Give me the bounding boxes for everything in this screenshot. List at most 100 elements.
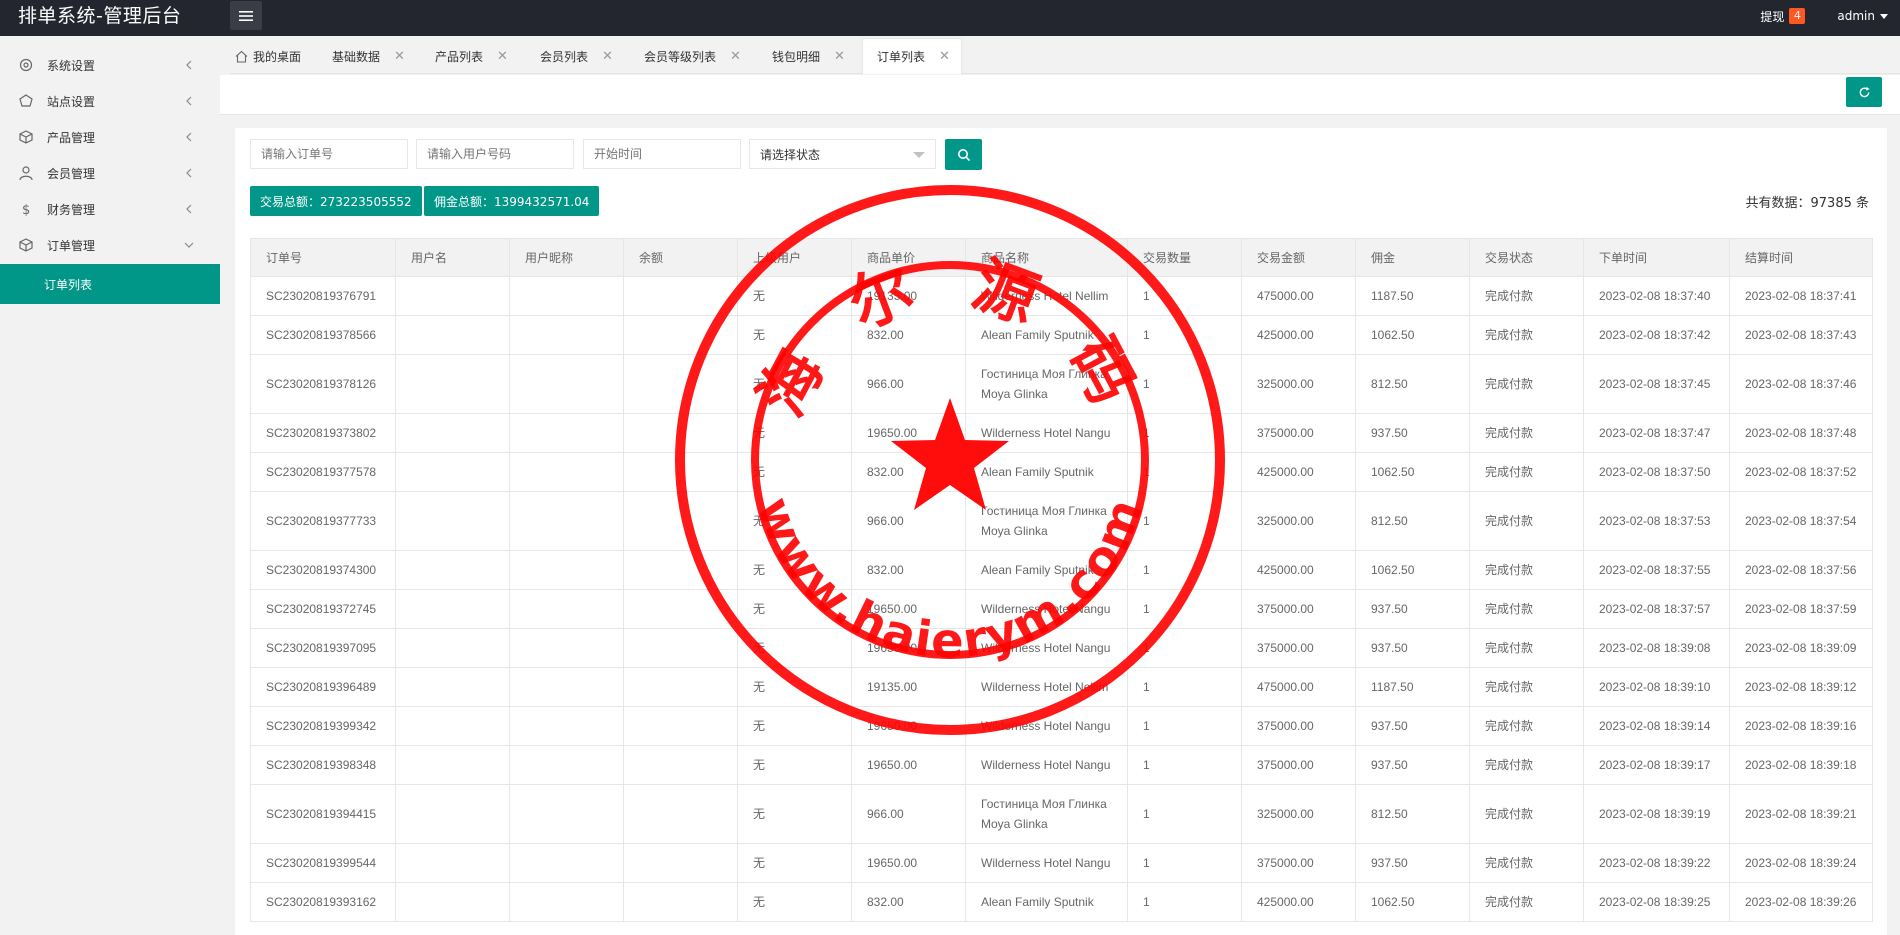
table-cell: 2023-02-08 18:37:59 (1729, 589, 1873, 629)
search-button[interactable] (945, 139, 982, 170)
table-cell: 375000.00 (1241, 843, 1356, 883)
tab-member-list[interactable]: 会员列表 ✕ (540, 38, 613, 74)
column-header: 下单时间 (1583, 238, 1730, 277)
table-row[interactable]: SC23020819372745 无 19650.00 Wilderness Hote… (250, 589, 1873, 629)
table-cell: 19650.00 (851, 589, 966, 629)
table-row[interactable]: SC23020819396489 无 19135.00 Wilderness Hote… (250, 667, 1873, 707)
table-cell: 1 (1127, 628, 1242, 668)
user-menu[interactable]: admin (1837, 9, 1888, 23)
sidebar-item-order-management[interactable]: 订单管理 (0, 227, 220, 263)
table-cell (395, 706, 510, 746)
sidebar-item-system-settings[interactable]: 系统设置 (0, 47, 220, 83)
table-cell: 812.50 (1355, 784, 1470, 844)
tab-label: 订单列表 (877, 50, 926, 64)
table-cell: 1 (1127, 745, 1242, 785)
sidebar-item-member-management[interactable]: 会员管理 (0, 155, 220, 191)
user-number-input[interactable] (416, 139, 574, 169)
table-cell: SC23020819378566 (250, 315, 396, 355)
table-cell: 1062.50 (1355, 550, 1470, 590)
table-row[interactable]: SC23020819377578 无 832.00 Alean Family Sput… (250, 452, 1873, 492)
sidebar-item-product-management[interactable]: 产品管理 (0, 119, 220, 155)
tab-product-list[interactable]: 产品列表 ✕ (435, 38, 508, 74)
table-cell: 1 (1127, 315, 1242, 355)
table-cell: Wilderness Hotel Nangu (965, 706, 1128, 746)
tab-wallet-detail[interactable]: 钱包明细 ✕ (772, 38, 845, 74)
table-cell (395, 628, 510, 668)
tab-order-list[interactable]: 订单列表 ✕ (862, 38, 962, 74)
table-cell: 19650.00 (851, 628, 966, 668)
tab-member-level-list[interactable]: 会员等级列表 ✕ (644, 38, 741, 74)
table-cell: 2023-02-08 18:39:16 (1729, 706, 1873, 746)
tab-basic-data[interactable]: 基础数据 ✕ (332, 38, 405, 74)
table-row[interactable]: SC23020819373802 无 19650.00 Wilderness Hote… (250, 413, 1873, 453)
column-header: 交易数量 (1127, 238, 1242, 277)
table-cell (509, 589, 624, 629)
table-cell: 无 (737, 667, 852, 707)
table-row[interactable]: SC23020819399544 无 19650.00 Wilderness Hote… (250, 843, 1873, 883)
sidebar-item-site-settings[interactable]: 站点设置 (0, 83, 220, 119)
table-cell (623, 589, 738, 629)
table-cell: Alean Family Sputnik (965, 452, 1128, 492)
table-cell: 无 (737, 882, 852, 922)
table-cell: 1 (1127, 452, 1242, 492)
table-row[interactable]: SC23020819397095 无 19650.00 Wilderness Hote… (250, 628, 1873, 668)
withdraw-link[interactable]: 提现 4 (1760, 8, 1806, 25)
table-row[interactable]: SC23020819376791 无 19135.00 Wilderness Hote… (250, 276, 1873, 316)
tab-label: 会员列表 (540, 49, 589, 64)
table-row[interactable]: SC23020819394415 无 966.00 Гостиница Моя Гли… (250, 784, 1873, 844)
tab-bar: 我的桌面 基础数据 ✕ 产品列表 ✕ 会员列表 ✕ 会员等级列表 ✕ 钱包明细 … (230, 36, 1900, 74)
table-cell: 375000.00 (1241, 589, 1356, 629)
table-cell (509, 315, 624, 355)
table-row[interactable]: SC23020819378566 无 832.00 Alean Family Sput… (250, 315, 1873, 355)
start-time-input[interactable] (583, 139, 741, 169)
table-cell: 完成付款 (1469, 882, 1584, 922)
table-cell: SC23020819377733 (250, 491, 396, 551)
commission-total-button[interactable]: 佣金总额：1399432571.04 (424, 186, 600, 216)
table-cell: 1 (1127, 882, 1242, 922)
table-cell: 1 (1127, 550, 1242, 590)
site-icon (19, 94, 33, 107)
close-icon[interactable]: ✕ (602, 49, 613, 64)
table-cell: 937.50 (1355, 706, 1470, 746)
refresh-button[interactable] (1846, 77, 1882, 107)
table-row[interactable]: SC23020819398348 无 19650.00 Wilderness Hote… (250, 745, 1873, 785)
table-cell: 1 (1127, 667, 1242, 707)
table-cell: 完成付款 (1469, 589, 1584, 629)
table-cell: 425000.00 (1241, 315, 1356, 355)
table-cell: 1062.50 (1355, 452, 1470, 492)
table-cell: 1 (1127, 354, 1242, 414)
table-cell (395, 550, 510, 590)
tab-my-desktop[interactable]: 我的桌面 (235, 38, 301, 74)
trade-total-button[interactable]: 交易总额：273223505552 (250, 186, 422, 216)
table-cell: Alean Family Sputnik (965, 882, 1128, 922)
table-cell: 无 (737, 491, 852, 551)
table-row[interactable]: SC23020819378126 无 966.00 Гостиница Моя Гли… (250, 354, 1873, 414)
close-icon[interactable]: ✕ (730, 49, 741, 64)
search-icon (957, 148, 970, 161)
table-cell (509, 276, 624, 316)
table-row[interactable]: SC23020819374300 无 832.00 Alean Family Sput… (250, 550, 1873, 590)
status-select[interactable]: 请选择状态 (749, 139, 936, 169)
home-icon (235, 50, 248, 63)
table-cell (509, 784, 624, 844)
close-icon[interactable]: ✕ (394, 49, 405, 64)
table-cell (509, 491, 624, 551)
table-row[interactable]: SC23020819399342 无 19650.00 Wilderness Hote… (250, 706, 1873, 746)
table-cell: 2023-02-08 18:37:53 (1583, 491, 1730, 551)
table-cell: 375000.00 (1241, 745, 1356, 785)
table-row[interactable]: SC23020819377733 无 966.00 Гостиница Моя Гли… (250, 491, 1873, 551)
close-icon[interactable]: ✕ (939, 49, 950, 64)
table-cell (623, 628, 738, 668)
close-icon[interactable]: ✕ (834, 49, 845, 64)
menu-toggle-button[interactable] (230, 1, 262, 30)
table-cell (509, 413, 624, 453)
order-number-input[interactable] (250, 139, 408, 169)
table-cell: 937.50 (1355, 745, 1470, 785)
close-icon[interactable]: ✕ (497, 49, 508, 64)
sidebar-subitem-order-list[interactable]: 订单列表 (0, 264, 220, 304)
table-cell: 19650.00 (851, 706, 966, 746)
table-row[interactable]: SC23020819393162 无 832.00 Alean Family Sput… (250, 882, 1873, 922)
table-cell: 2023-02-08 18:39:24 (1729, 843, 1873, 883)
sidebar-item-finance-management[interactable]: $ 财务管理 (0, 191, 220, 227)
table-cell (509, 882, 624, 922)
